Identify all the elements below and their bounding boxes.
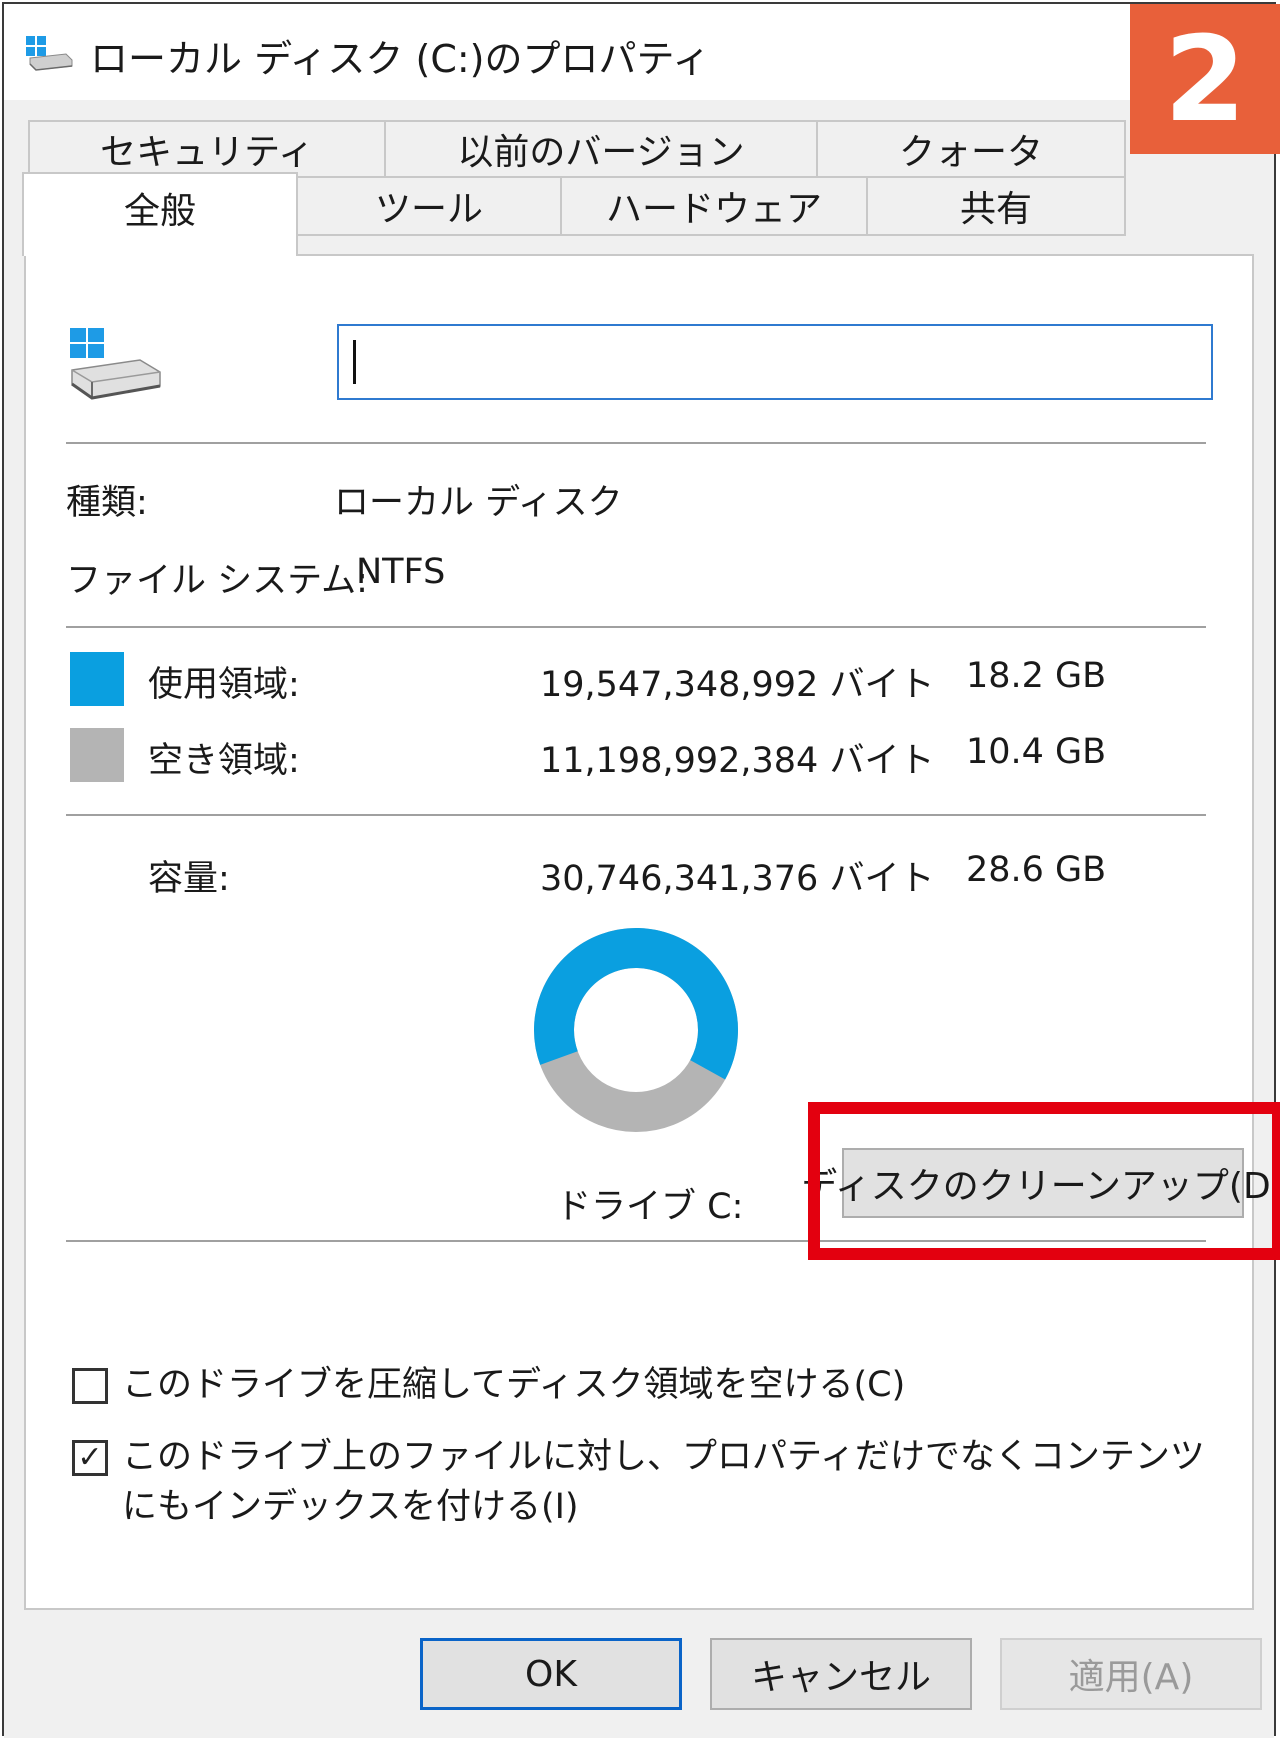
tab-sharing[interactable]: 共有 xyxy=(866,176,1126,236)
divider xyxy=(66,1240,1206,1242)
disk-usage-donut xyxy=(534,928,738,1132)
window-title: ローカル ディスク (C:)のプロパティ xyxy=(90,37,711,81)
tab-tools[interactable]: ツール xyxy=(296,176,562,236)
capacity-label: 容量: xyxy=(148,859,230,899)
index-label: このドライブ上のファイルに対し、プロパティだけでなくコンテンツにもインデックスを… xyxy=(122,1437,1205,1527)
tab-general[interactable]: 全般 xyxy=(22,172,298,256)
hard-drive-icon xyxy=(70,328,161,400)
drive-name-input[interactable] xyxy=(337,324,1213,400)
ok-button[interactable]: OK xyxy=(420,1638,682,1710)
disk-cleanup-button[interactable]: ディスクのクリーンアップ(D) xyxy=(801,1148,1280,1218)
text-caret xyxy=(353,340,356,384)
divider xyxy=(66,626,1206,628)
divider xyxy=(66,814,1206,816)
capacity-size: 28.6 GB xyxy=(966,850,1107,890)
used-space-swatch xyxy=(70,652,124,706)
free-space-swatch xyxy=(70,728,124,782)
divider xyxy=(66,442,1206,444)
compress-checkbox[interactable] xyxy=(72,1368,108,1404)
tab-quota[interactable]: クォータ xyxy=(816,120,1126,178)
file-system-value: NTFS xyxy=(356,552,446,592)
tab-security[interactable]: セキュリティ xyxy=(28,120,386,178)
drive-icon xyxy=(26,36,73,71)
free-space-bytes: 11,198,992,384 バイト xyxy=(540,741,935,781)
tab-hardware[interactable]: ハードウェア xyxy=(560,176,868,236)
step-number-badge: 2 xyxy=(1130,4,1280,154)
cancel-button[interactable]: キャンセル xyxy=(710,1638,972,1710)
capacity-bytes: 30,746,341,376 バイト xyxy=(540,859,935,899)
type-label: 種類: xyxy=(66,483,148,523)
file-system-label: ファイル システム: xyxy=(66,561,368,601)
free-space-size: 10.4 GB xyxy=(966,732,1107,772)
compress-label: このドライブを圧縮してディスク領域を空ける(C) xyxy=(122,1365,906,1405)
free-space-label: 空き領域: xyxy=(148,741,300,781)
title-bar: ローカル ディスク (C:)のプロパティ xyxy=(4,4,1274,100)
type-value: ローカル ディスク xyxy=(334,483,623,523)
properties-dialog: ローカル ディスク (C:)のプロパティ セキュリティ 以前のバージョン クォー… xyxy=(2,2,1280,1738)
apply-button[interactable]: 適用(A) xyxy=(1000,1638,1262,1710)
used-space-bytes: 19,547,348,992 バイト xyxy=(540,665,935,705)
used-space-label: 使用領域: xyxy=(148,665,300,705)
drive-label: ドライブ C: xyxy=(556,1187,744,1227)
used-space-size: 18.2 GB xyxy=(966,656,1107,696)
tab-previous-versions[interactable]: 以前のバージョン xyxy=(384,120,818,178)
index-checkbox[interactable]: ✓ xyxy=(72,1440,108,1476)
